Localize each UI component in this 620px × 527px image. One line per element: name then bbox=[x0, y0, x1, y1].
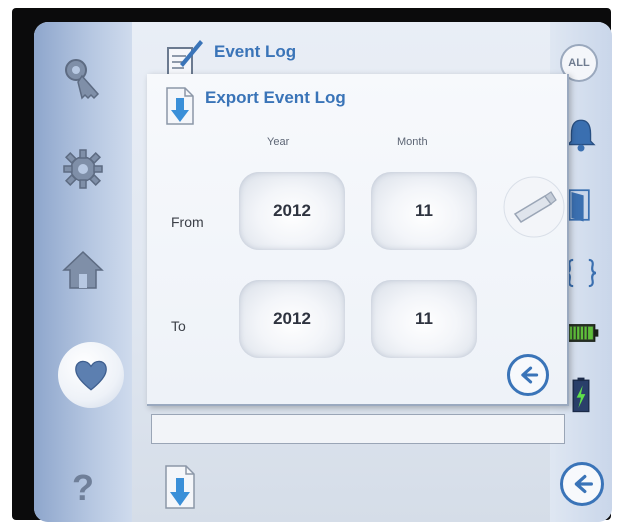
heart-button[interactable] bbox=[58, 342, 124, 408]
export-file-icon bbox=[166, 87, 194, 125]
dialog-title: Export Event Log bbox=[205, 88, 346, 107]
key-icon[interactable] bbox=[56, 52, 110, 106]
from-month-field[interactable]: 11 bbox=[371, 172, 477, 250]
from-label: From bbox=[171, 214, 204, 230]
device-frame: ? Event Log ALL Export Event Log Year Mo… bbox=[12, 8, 612, 522]
page-title: Event Log bbox=[214, 42, 297, 61]
export-dialog: Export Event Log Year Month From 2012 11… bbox=[147, 74, 569, 406]
heart-icon bbox=[75, 360, 107, 391]
from-year-field[interactable]: 2012 bbox=[239, 172, 345, 250]
main-back-button[interactable] bbox=[560, 462, 604, 506]
arrow-left-icon bbox=[521, 366, 539, 384]
status-bar bbox=[151, 414, 565, 444]
home-icon[interactable] bbox=[56, 242, 110, 296]
svg-text:?: ? bbox=[72, 467, 94, 508]
left-sidebar: ? bbox=[34, 22, 132, 522]
year-column-label: Year bbox=[267, 136, 290, 148]
to-month-field[interactable]: 11 bbox=[371, 280, 477, 358]
dialog-back-button[interactable] bbox=[507, 354, 549, 396]
gear-icon[interactable] bbox=[56, 142, 110, 196]
usb-drive-icon[interactable] bbox=[501, 174, 567, 240]
month-column-label: Month bbox=[397, 136, 428, 148]
device-screen: ? Event Log ALL Export Event Log Year Mo… bbox=[34, 22, 612, 522]
to-label: To bbox=[171, 318, 186, 334]
arrow-left-icon bbox=[574, 474, 593, 494]
to-year-field[interactable]: 2012 bbox=[239, 280, 345, 358]
help-icon[interactable]: ? bbox=[56, 458, 110, 512]
export-file-icon[interactable] bbox=[160, 462, 200, 512]
